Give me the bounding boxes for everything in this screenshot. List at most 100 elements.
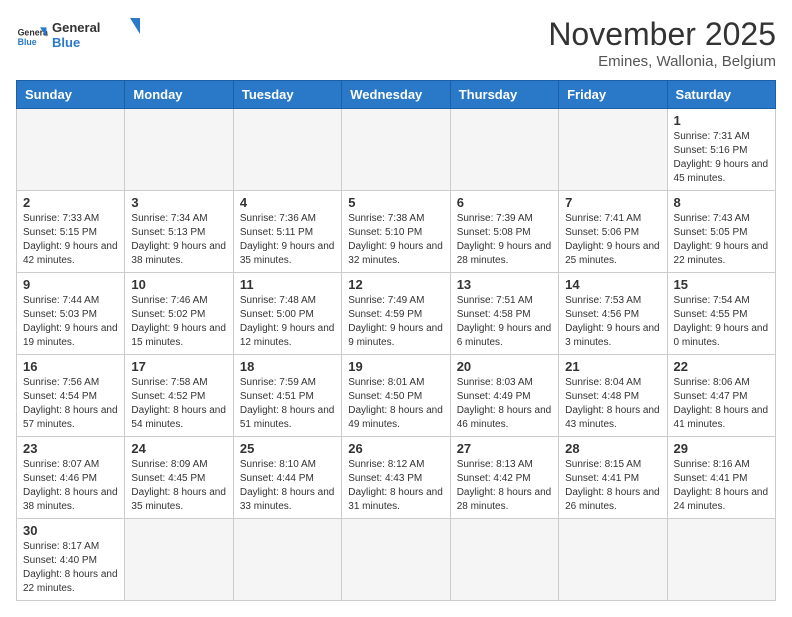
calendar-day-cell: 17Sunrise: 7:58 AM Sunset: 4:52 PM Dayli… [125, 355, 233, 437]
calendar-day-cell: 8Sunrise: 7:43 AM Sunset: 5:05 PM Daylig… [667, 191, 775, 273]
day-number: 10 [131, 277, 226, 292]
day-number: 12 [348, 277, 443, 292]
day-info: Sunrise: 8:09 AM Sunset: 4:45 PM Dayligh… [131, 458, 226, 514]
calendar-day-cell: 29Sunrise: 8:16 AM Sunset: 4:41 PM Dayli… [667, 437, 775, 519]
day-number: 19 [348, 359, 443, 374]
calendar-day-cell [450, 109, 558, 191]
day-info: Sunrise: 7:31 AM Sunset: 5:16 PM Dayligh… [674, 130, 769, 186]
weekday-header-saturday: Saturday [667, 81, 775, 109]
day-number: 8 [674, 195, 769, 210]
calendar-day-cell: 6Sunrise: 7:39 AM Sunset: 5:08 PM Daylig… [450, 191, 558, 273]
day-number: 26 [348, 441, 443, 456]
day-number: 9 [23, 277, 118, 292]
day-number: 1 [674, 113, 769, 128]
calendar-day-cell: 9 Sunrise: 7:44 AM Sunset: 5:03 PM Daylig… [17, 273, 125, 355]
svg-text:General: General [52, 20, 100, 35]
day-info: Sunrise: 7:33 AM Sunset: 5:15 PM Dayligh… [23, 212, 118, 268]
calendar-day-cell [667, 519, 775, 601]
calendar-day-cell: 30Sunrise: 8:17 AM Sunset: 4:40 PM Dayli… [17, 519, 125, 601]
calendar-day-cell [125, 519, 233, 601]
calendar-day-cell: 3 Sunrise: 7:34 AM Sunset: 5:13 PM Daylig… [125, 191, 233, 273]
logo-svg: General Blue [52, 16, 142, 52]
day-number: 5 [348, 195, 443, 210]
logo: General Blue General Blue [16, 16, 142, 57]
day-number: 23 [23, 441, 118, 456]
calendar-day-cell [559, 519, 667, 601]
day-info: Sunrise: 8:13 AM Sunset: 4:42 PM Dayligh… [457, 458, 552, 514]
day-info: Sunrise: 8:03 AM Sunset: 4:49 PM Dayligh… [457, 376, 552, 432]
calendar-week-row: 2 Sunrise: 7:33 AM Sunset: 5:15 PM Daylig… [17, 191, 776, 273]
day-number: 22 [674, 359, 769, 374]
day-info: Sunrise: 7:59 AM Sunset: 4:51 PM Dayligh… [240, 376, 335, 432]
calendar-body: 1 Sunrise: 7:31 AM Sunset: 5:16 PM Daylig… [17, 109, 776, 601]
calendar-day-cell [450, 519, 558, 601]
page-header: General Blue General Blue November 2025 … [16, 16, 776, 70]
location-title: Emines, Wallonia, Belgium [548, 53, 776, 70]
calendar-day-cell: 2 Sunrise: 7:33 AM Sunset: 5:15 PM Daylig… [17, 191, 125, 273]
day-info: Sunrise: 7:41 AM Sunset: 5:06 PM Dayligh… [565, 212, 660, 268]
calendar-day-cell: 16Sunrise: 7:56 AM Sunset: 4:54 PM Dayli… [17, 355, 125, 437]
day-number: 20 [457, 359, 552, 374]
svg-text:Blue: Blue [52, 35, 80, 50]
weekday-header-tuesday: Tuesday [233, 81, 341, 109]
day-info: Sunrise: 8:12 AM Sunset: 4:43 PM Dayligh… [348, 458, 443, 514]
day-number: 28 [565, 441, 660, 456]
weekday-header-row: SundayMondayTuesdayWednesdayThursdayFrid… [17, 81, 776, 109]
day-info: Sunrise: 7:34 AM Sunset: 5:13 PM Dayligh… [131, 212, 226, 268]
day-info: Sunrise: 8:01 AM Sunset: 4:50 PM Dayligh… [348, 376, 443, 432]
weekday-header-thursday: Thursday [450, 81, 558, 109]
day-number: 3 [131, 195, 226, 210]
day-info: Sunrise: 8:10 AM Sunset: 4:44 PM Dayligh… [240, 458, 335, 514]
day-number: 2 [23, 195, 118, 210]
calendar-day-cell [17, 109, 125, 191]
day-number: 17 [131, 359, 226, 374]
day-info: Sunrise: 7:49 AM Sunset: 4:59 PM Dayligh… [348, 294, 443, 350]
calendar-day-cell: 26 Sunrise: 8:12 AM Sunset: 4:43 PM Dayli… [342, 437, 450, 519]
calendar-week-row: 9 Sunrise: 7:44 AM Sunset: 5:03 PM Daylig… [17, 273, 776, 355]
day-number: 24 [131, 441, 226, 456]
day-info: Sunrise: 7:53 AM Sunset: 4:56 PM Dayligh… [565, 294, 660, 350]
day-info: Sunrise: 8:04 AM Sunset: 4:48 PM Dayligh… [565, 376, 660, 432]
calendar-day-cell: 25 Sunrise: 8:10 AM Sunset: 4:44 PM Dayli… [233, 437, 341, 519]
calendar-week-row: 30Sunrise: 8:17 AM Sunset: 4:40 PM Dayli… [17, 519, 776, 601]
day-info: Sunrise: 8:07 AM Sunset: 4:46 PM Dayligh… [23, 458, 118, 514]
day-number: 7 [565, 195, 660, 210]
weekday-header-wednesday: Wednesday [342, 81, 450, 109]
calendar-day-cell: 11Sunrise: 7:48 AM Sunset: 5:00 PM Dayli… [233, 273, 341, 355]
calendar-day-cell: 22 Sunrise: 8:06 AM Sunset: 4:47 PM Dayli… [667, 355, 775, 437]
calendar-day-cell: 20 Sunrise: 8:03 AM Sunset: 4:49 PM Dayli… [450, 355, 558, 437]
day-number: 21 [565, 359, 660, 374]
day-number: 13 [457, 277, 552, 292]
logo-icon: General Blue [16, 21, 48, 53]
calendar-day-cell: 18Sunrise: 7:59 AM Sunset: 4:51 PM Dayli… [233, 355, 341, 437]
calendar-week-row: 23 Sunrise: 8:07 AM Sunset: 4:46 PM Dayli… [17, 437, 776, 519]
day-info: Sunrise: 8:16 AM Sunset: 4:41 PM Dayligh… [674, 458, 769, 514]
calendar-header: SundayMondayTuesdayWednesdayThursdayFrid… [17, 81, 776, 109]
day-info: Sunrise: 7:46 AM Sunset: 5:02 PM Dayligh… [131, 294, 226, 350]
calendar-day-cell: 19 Sunrise: 8:01 AM Sunset: 4:50 PM Dayli… [342, 355, 450, 437]
calendar-day-cell [233, 519, 341, 601]
calendar-day-cell: 14 Sunrise: 7:53 AM Sunset: 4:56 PM Dayli… [559, 273, 667, 355]
calendar-day-cell: 1 Sunrise: 7:31 AM Sunset: 5:16 PM Daylig… [667, 109, 775, 191]
month-title: November 2025 [548, 16, 776, 53]
day-number: 25 [240, 441, 335, 456]
calendar-day-cell: 23 Sunrise: 8:07 AM Sunset: 4:46 PM Dayli… [17, 437, 125, 519]
day-info: Sunrise: 8:06 AM Sunset: 4:47 PM Dayligh… [674, 376, 769, 432]
day-info: Sunrise: 8:15 AM Sunset: 4:41 PM Dayligh… [565, 458, 660, 514]
day-number: 14 [565, 277, 660, 292]
day-info: Sunrise: 7:56 AM Sunset: 4:54 PM Dayligh… [23, 376, 118, 432]
calendar-day-cell: 4Sunrise: 7:36 AM Sunset: 5:11 PM Daylig… [233, 191, 341, 273]
calendar-day-cell: 10 Sunrise: 7:46 AM Sunset: 5:02 PM Dayli… [125, 273, 233, 355]
calendar-day-cell: 24 Sunrise: 8:09 AM Sunset: 4:45 PM Dayli… [125, 437, 233, 519]
calendar-day-cell: 7 Sunrise: 7:41 AM Sunset: 5:06 PM Daylig… [559, 191, 667, 273]
calendar-day-cell [342, 109, 450, 191]
day-info: Sunrise: 7:44 AM Sunset: 5:03 PM Dayligh… [23, 294, 118, 350]
calendar-day-cell: 28 Sunrise: 8:15 AM Sunset: 4:41 PM Dayli… [559, 437, 667, 519]
weekday-header-monday: Monday [125, 81, 233, 109]
day-number: 15 [674, 277, 769, 292]
calendar-day-cell: 21 Sunrise: 8:04 AM Sunset: 4:48 PM Dayli… [559, 355, 667, 437]
day-info: Sunrise: 7:36 AM Sunset: 5:11 PM Dayligh… [240, 212, 335, 268]
calendar-day-cell: 15Sunrise: 7:54 AM Sunset: 4:55 PM Dayli… [667, 273, 775, 355]
day-number: 11 [240, 277, 335, 292]
weekday-header-sunday: Sunday [17, 81, 125, 109]
